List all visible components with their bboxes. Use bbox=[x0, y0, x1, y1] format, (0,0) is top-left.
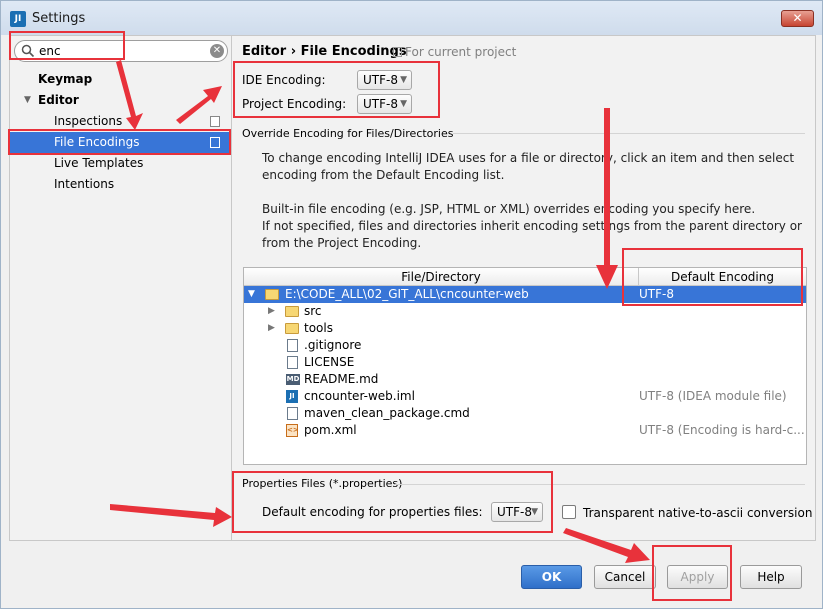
breadcrumb-parent: Editor bbox=[242, 44, 287, 59]
row-name: src bbox=[304, 304, 322, 318]
settings-tree-panel: ✕ Keymap ▼ Editor Inspections File Encod… bbox=[10, 36, 232, 540]
table-row[interactable]: ▶ tools bbox=[244, 320, 806, 337]
help-line: Built-in file encoding (e.g. JSP, HTML o… bbox=[262, 202, 756, 216]
breadcrumb-separator: › bbox=[290, 44, 297, 59]
module-file-icon: JI bbox=[286, 390, 298, 403]
annotation-box-default-encoding bbox=[622, 248, 803, 306]
row-name: LICENSE bbox=[304, 355, 355, 369]
transparent-ascii-checkbox[interactable] bbox=[562, 505, 576, 519]
scope-note: For current project bbox=[393, 45, 516, 59]
row-name: pom.xml bbox=[304, 423, 357, 437]
text-file-icon bbox=[287, 339, 298, 352]
help-line: If not specified, files and directories … bbox=[262, 219, 802, 233]
ok-button[interactable]: OK bbox=[521, 565, 582, 589]
xml-file-icon: <> bbox=[286, 424, 299, 437]
expand-arrow-icon[interactable]: ▶ bbox=[268, 303, 275, 320]
cmd-file-icon bbox=[287, 407, 298, 420]
override-section-title: Override Encoding for Files/Directories bbox=[242, 127, 454, 140]
row-name: E:\CODE_ALL\02_GIT_ALL\cncounter-web bbox=[285, 287, 529, 301]
transparent-ascii-label[interactable]: Transparent native-to-ascii conversion bbox=[583, 506, 812, 520]
tree-item-live-templates[interactable]: Live Templates bbox=[10, 153, 231, 174]
tree-item-label: Keymap bbox=[38, 72, 93, 86]
folder-icon bbox=[285, 323, 299, 334]
column-header-file[interactable]: File/Directory bbox=[244, 268, 639, 286]
folder-icon bbox=[265, 289, 279, 300]
collapse-arrow-icon[interactable]: ▼ bbox=[248, 286, 255, 303]
row-encoding[interactable]: UTF-8 (Encoding is hard-c... bbox=[639, 422, 805, 439]
row-name: maven_clean_package.cmd bbox=[304, 406, 470, 420]
scope-note-text: For current project bbox=[405, 45, 517, 59]
cancel-button[interactable]: Cancel bbox=[594, 565, 656, 589]
row-name: cncounter-web.iml bbox=[304, 389, 415, 403]
annotation-box-properties bbox=[232, 471, 553, 533]
breadcrumb: Editor › File Encodings bbox=[242, 44, 407, 59]
row-name: tools bbox=[304, 321, 333, 335]
annotation-box-apply bbox=[652, 545, 732, 601]
help-text-2: Built-in file encoding (e.g. JSP, HTML o… bbox=[262, 201, 802, 252]
tree-item-label: Live Templates bbox=[54, 156, 144, 170]
table-row[interactable]: .gitignore bbox=[244, 337, 806, 354]
tree-item-intentions[interactable]: Intentions bbox=[10, 174, 231, 195]
title-bar: JI Settings ✕ bbox=[1, 1, 822, 35]
help-text-1: To change encoding IntelliJ IDEA uses fo… bbox=[262, 150, 794, 184]
annotation-box-file-encodings bbox=[8, 129, 231, 155]
table-row[interactable]: <> pom.xml UTF-8 (Encoding is hard-c... bbox=[244, 422, 806, 439]
project-scope-icon bbox=[210, 116, 220, 127]
clear-search-icon[interactable]: ✕ bbox=[210, 44, 224, 58]
folder-icon bbox=[285, 306, 299, 317]
text-file-icon bbox=[287, 356, 298, 369]
table-row[interactable]: maven_clean_package.cmd bbox=[244, 405, 806, 422]
table-row[interactable]: MD README.md bbox=[244, 371, 806, 388]
row-encoding[interactable]: UTF-8 (IDEA module file) bbox=[639, 388, 805, 405]
annotation-box-encodings bbox=[233, 61, 440, 118]
table-row[interactable]: JI cncounter-web.iml UTF-8 (IDEA module … bbox=[244, 388, 806, 405]
tree-item-editor[interactable]: ▼ Editor bbox=[10, 90, 231, 111]
markdown-file-icon: MD bbox=[286, 374, 300, 385]
expand-arrow-icon[interactable]: ▼ bbox=[24, 90, 31, 111]
breadcrumb-current: File Encodings bbox=[300, 44, 407, 59]
intellij-icon: JI bbox=[10, 11, 26, 27]
window-title: Settings bbox=[32, 11, 86, 26]
help-button[interactable]: Help bbox=[740, 565, 802, 589]
help-line: To change encoding IntelliJ IDEA uses fo… bbox=[262, 151, 795, 165]
tree-item-label: Editor bbox=[38, 93, 79, 107]
help-line: encoding from the Default Encoding list. bbox=[262, 168, 505, 182]
expand-arrow-icon[interactable]: ▶ bbox=[268, 320, 275, 337]
table-row[interactable]: LICENSE bbox=[244, 354, 806, 371]
row-name: .gitignore bbox=[304, 338, 362, 352]
annotation-box-search bbox=[9, 31, 125, 60]
tree-item-keymap[interactable]: Keymap bbox=[10, 69, 231, 90]
section-divider bbox=[453, 133, 805, 134]
close-button[interactable]: ✕ bbox=[781, 10, 814, 27]
row-name: README.md bbox=[304, 372, 379, 386]
tree-item-label: Intentions bbox=[54, 177, 115, 191]
project-scope-icon bbox=[393, 47, 402, 57]
